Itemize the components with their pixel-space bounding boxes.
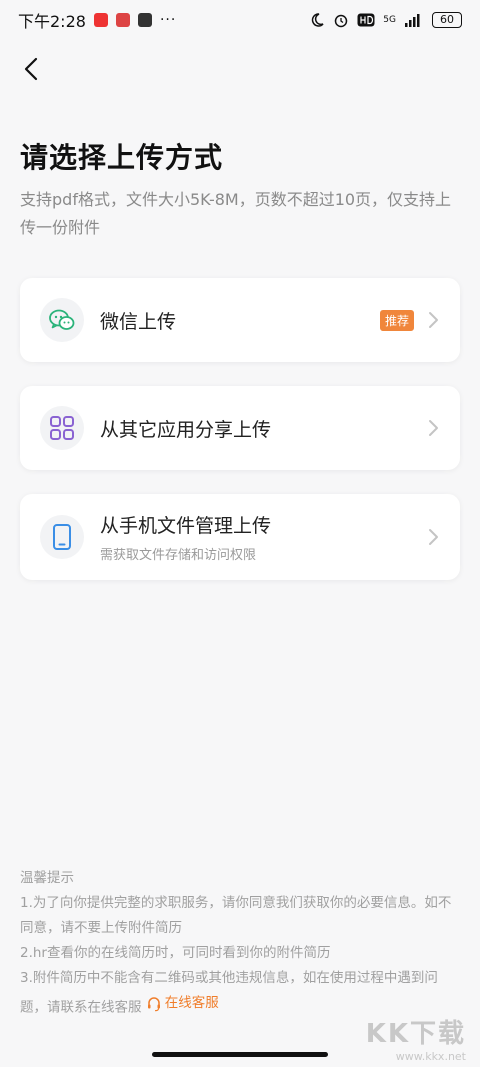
phone-icon-wrap <box>40 515 84 559</box>
customer-service-link[interactable]: 在线客服 <box>146 991 219 1016</box>
home-indicator[interactable] <box>152 1052 328 1057</box>
recommended-badge: 推荐 <box>379 309 414 331</box>
wechat-upload-option[interactable]: 微信上传 推荐 <box>20 278 460 362</box>
option-label: 从手机文件管理上传 <box>100 515 272 537</box>
battery-indicator: 60 <box>432 12 462 28</box>
status-bar: 下午2:28 ··· 5G 60 <box>0 0 480 40</box>
signal-icon <box>405 14 420 27</box>
headset-icon <box>147 996 160 1011</box>
chevron-right-icon <box>429 312 438 328</box>
apps-icon-wrap <box>40 406 84 450</box>
status-bar-left: 下午2:28 ··· <box>18 8 176 32</box>
chevron-right-icon <box>429 420 438 436</box>
tips-title: 温馨提示 <box>20 870 74 886</box>
alarm-icon <box>335 14 348 28</box>
notification-app-icon <box>93 13 108 27</box>
status-bar-right: 5G 60 <box>309 12 462 28</box>
page-description: 支持pdf格式，文件大小5K-8M，页数不超过10页，仅支持上传一份附件 <box>20 190 452 237</box>
phone-icon <box>53 524 71 550</box>
chevron-left-icon <box>24 57 38 81</box>
chevron-right-icon <box>429 529 438 545</box>
option-text: 微信上传 <box>100 307 380 334</box>
tip-item: 2.hr查看你的在线简历时，可同时看到你的附件简历 <box>20 945 331 961</box>
tip-text: 3.附件简历中不能含有二维码或其他违规信息，如在使用过程中遇到问题，请联系在线客… <box>20 970 438 1016</box>
customer-service-label: 在线客服 <box>164 995 219 1011</box>
apps-grid-icon <box>50 416 74 440</box>
share-from-apps-option[interactable]: 从其它应用分享上传 <box>20 386 460 470</box>
option-text: 从手机文件管理上传 需获取文件存储和访问权限 <box>100 511 428 563</box>
more-notifications-indicator: ··· <box>159 12 177 28</box>
option-sublabel: 需获取文件存储和访问权限 <box>100 548 257 563</box>
network-type: 5G <box>383 14 396 25</box>
watermark: KK下载 www.kkx.net <box>366 1013 466 1063</box>
notification-app-icon <box>115 13 130 27</box>
back-button[interactable] <box>14 52 48 86</box>
wechat-icon-wrap <box>40 298 84 342</box>
tip-item: 1.为了向你提供完整的求职服务，请你同意我们获取你的必要信息。如不同意，请不要上… <box>20 895 452 936</box>
hd-icon <box>357 13 375 27</box>
watermark-brand: KK下载 <box>365 1019 466 1049</box>
notification-app-icon <box>137 13 152 27</box>
file-manager-upload-option[interactable]: 从手机文件管理上传 需获取文件存储和访问权限 <box>20 494 460 580</box>
page-title: 请选择上传方式 <box>20 141 224 174</box>
watermark-url: www.kkx.net <box>395 1050 466 1063</box>
option-label: 微信上传 <box>100 310 177 333</box>
tips-section: 温馨提示 1.为了向你提供完整的求职服务，请你同意我们获取你的必要信息。如不同意… <box>20 866 460 1021</box>
option-text: 从其它应用分享上传 <box>100 415 428 442</box>
moon-icon <box>312 13 324 27</box>
option-label: 从其它应用分享上传 <box>100 418 272 441</box>
status-time: 下午2:28 <box>18 12 86 31</box>
wechat-icon <box>49 309 75 330</box>
